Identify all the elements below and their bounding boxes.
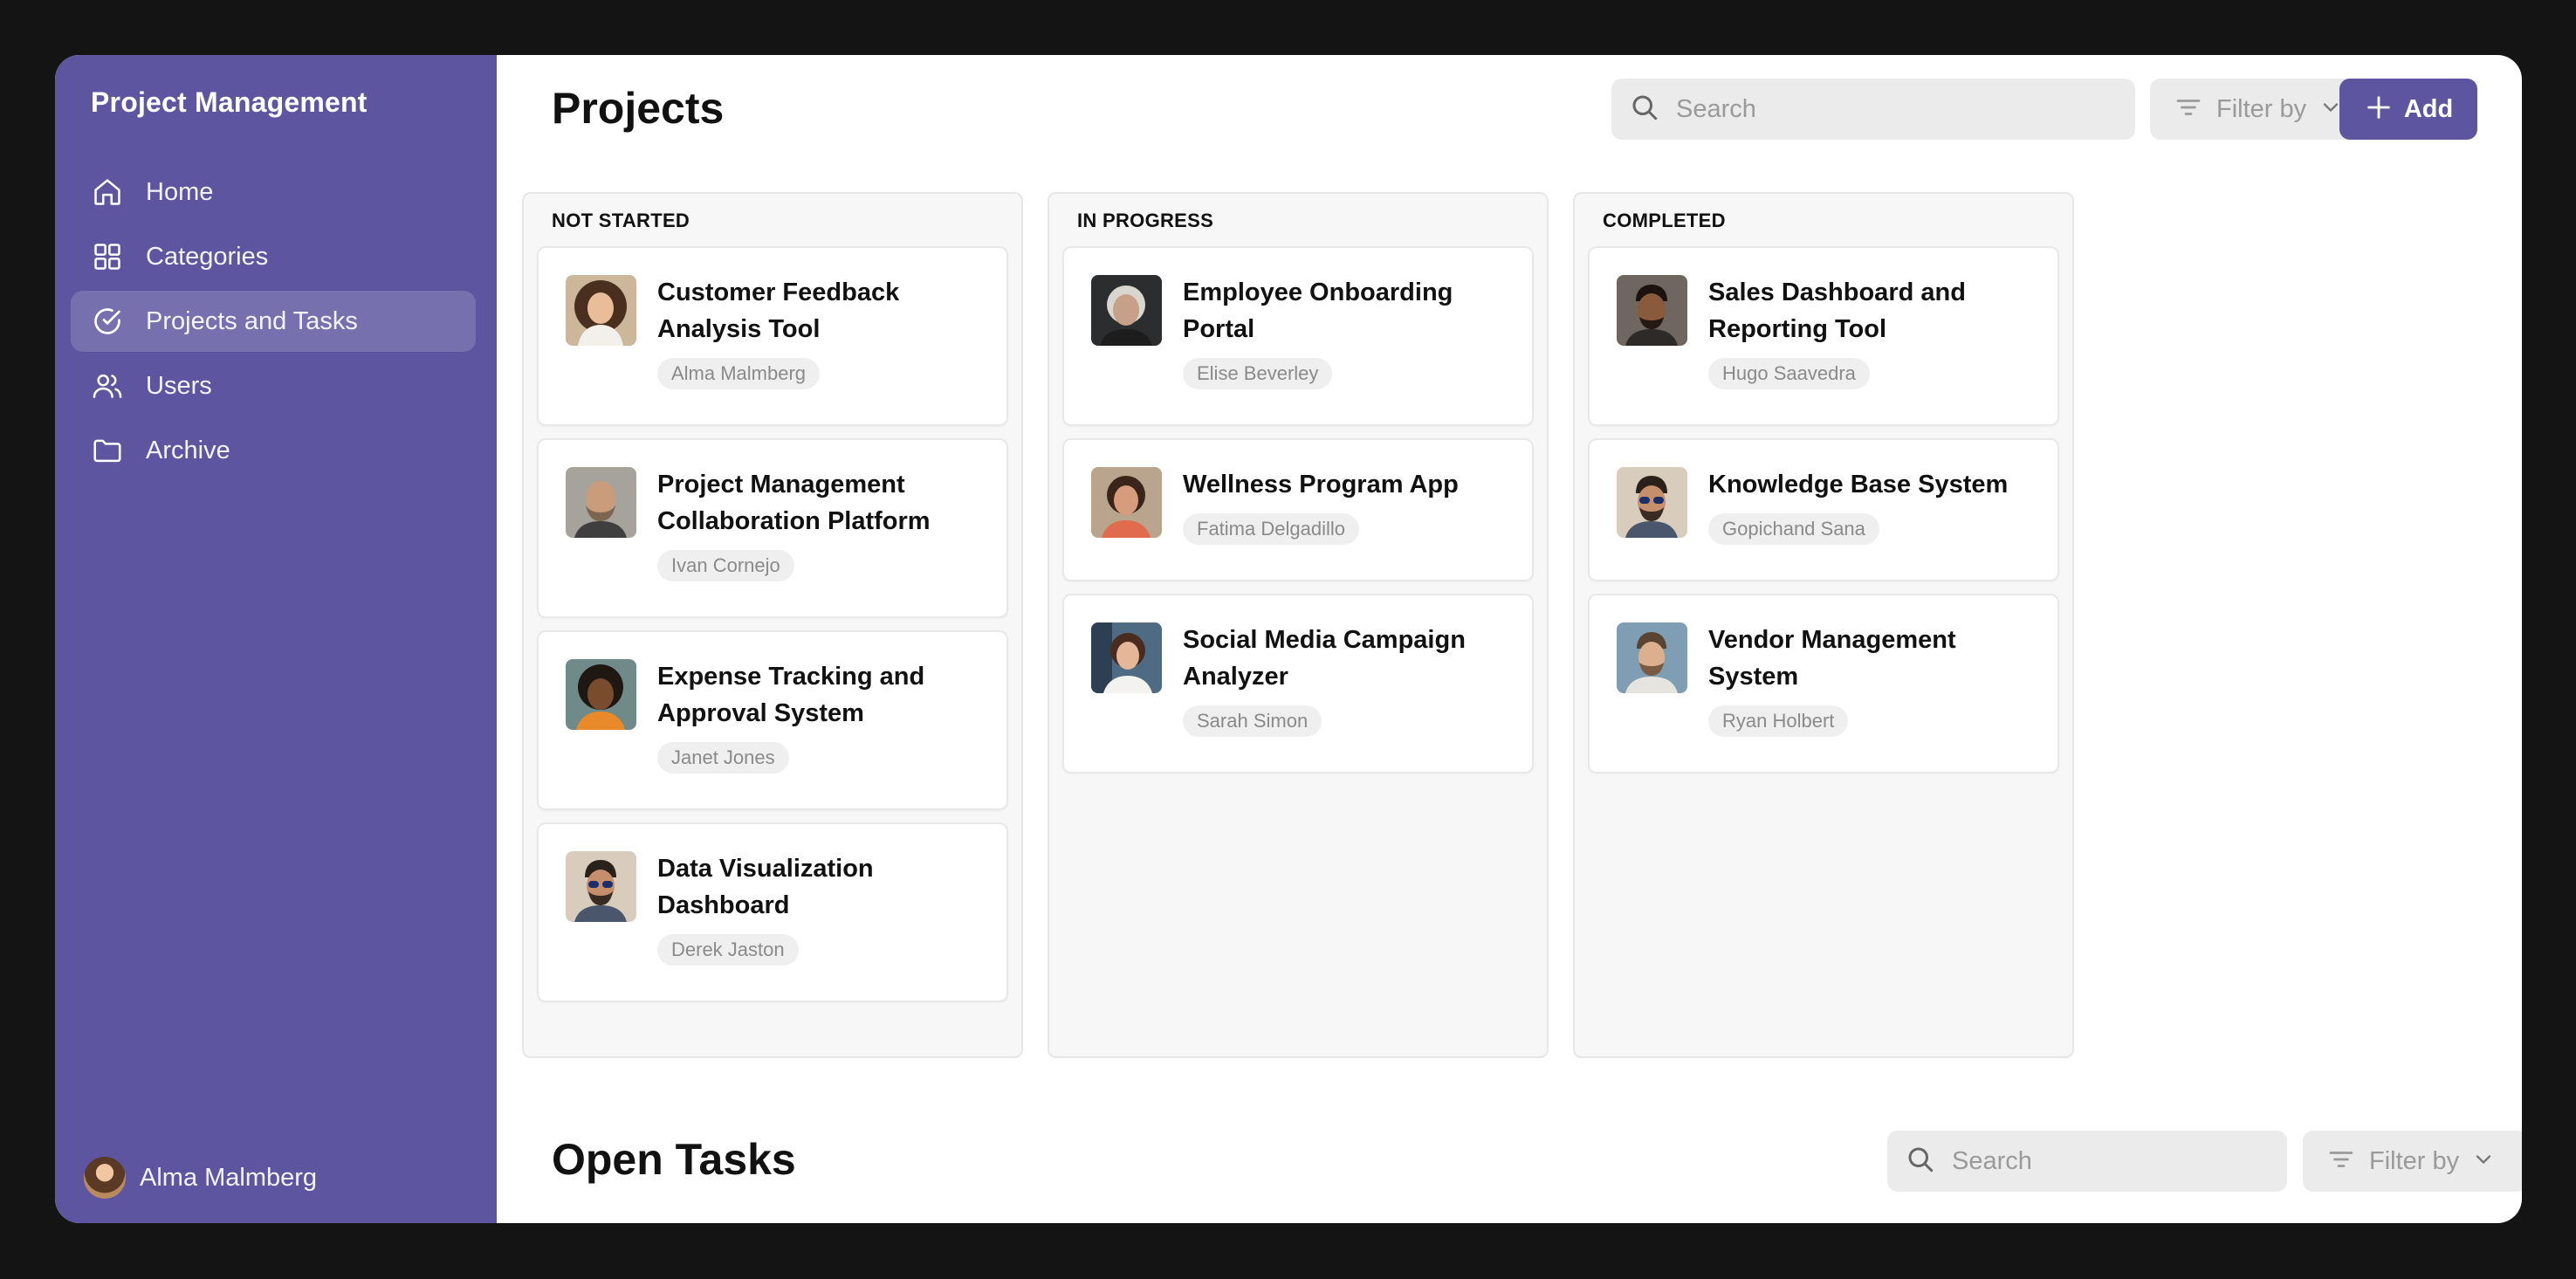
add-label: Add	[2403, 94, 2454, 123]
column-title: COMPLETED	[1603, 210, 1726, 231]
sidebar-item-categories[interactable]: Categories	[71, 226, 476, 287]
projects-search[interactable]	[1611, 79, 2135, 140]
project-card[interactable]: Sales Dashboard and Reporting Tool Hugo …	[1588, 246, 2059, 426]
owner-badge: Fatima Delgadillo	[1183, 513, 1359, 545]
avatar	[1617, 467, 1687, 538]
project-card[interactable]: Customer Feedback Analysis Tool Alma Mal…	[537, 246, 1008, 426]
sidebar-item-projects-and-tasks[interactable]: Projects and Tasks	[71, 291, 476, 352]
users-icon	[91, 369, 124, 402]
user-name: Alma Malmberg	[140, 1163, 318, 1192]
sidebar-nav: Home Categories Projects and Tasks Users	[71, 162, 476, 485]
plus-icon	[2364, 93, 2394, 127]
owner-badge: Gopichand Sana	[1708, 513, 1879, 545]
sidebar-item-label: Categories	[146, 242, 269, 271]
project-card[interactable]: Vendor Management System Ryan Holbert	[1588, 594, 2059, 774]
project-title: Social Media Campaign Analyzer	[1183, 626, 1466, 691]
avatar	[84, 1157, 126, 1199]
owner-badge: Derek Jaston	[657, 934, 799, 966]
project-title: Customer Feedback Analysis Tool	[657, 278, 900, 343]
owner-badge: Ivan Cornejo	[657, 550, 794, 581]
project-title: Sales Dashboard and Reporting Tool	[1708, 278, 1966, 343]
filter-icon	[2325, 1144, 2357, 1179]
current-user[interactable]: Alma Malmberg	[84, 1157, 317, 1199]
project-card[interactable]: Knowledge Base System Gopichand Sana	[1588, 438, 2059, 581]
search-icon	[1629, 92, 1660, 127]
avatar	[566, 851, 636, 922]
project-title: Knowledge Base System	[1708, 471, 2009, 499]
project-title: Project Management Collaboration Platfor…	[657, 471, 931, 535]
grid-icon	[91, 240, 124, 273]
project-card[interactable]: Expense Tracking and Approval System Jan…	[537, 630, 1008, 810]
sidebar-item-users[interactable]: Users	[71, 355, 476, 416]
app-title: Project Management	[91, 86, 368, 118]
sidebar: Project Management Home Categories Proje…	[55, 55, 497, 1223]
sidebar-item-label: Users	[146, 371, 212, 400]
app-window: Project Management Home Categories Proje…	[55, 55, 2522, 1223]
chevron-down-icon	[2471, 1147, 2496, 1176]
avatar	[1617, 622, 1687, 693]
tasks-filter-dropdown[interactable]: Filter by	[2303, 1131, 2522, 1192]
sidebar-item-label: Projects and Tasks	[146, 306, 358, 335]
owner-badge: Hugo Saavedra	[1708, 358, 1870, 389]
search-input[interactable]	[1950, 1145, 2250, 1177]
column-title: NOT STARTED	[552, 210, 690, 231]
avatar	[566, 275, 636, 346]
owner-badge: Janet Jones	[657, 742, 789, 774]
avatar	[1091, 622, 1162, 693]
project-title: Expense Tracking and Approval System	[657, 663, 925, 727]
column-not-started: NOT STARTED Customer Feedback Analysis T…	[522, 192, 1023, 1058]
avatar	[1091, 275, 1162, 346]
home-icon	[91, 175, 124, 209]
owner-badge: Sarah Simon	[1183, 705, 1322, 737]
column-in-progress: IN PROGRESS Employee Onboarding Portal E…	[1048, 192, 1549, 1058]
owner-badge: Ryan Holbert	[1708, 705, 1849, 737]
project-title: Data Visualization Dashboard	[657, 855, 874, 919]
project-title: Vendor Management System	[1708, 626, 1956, 691]
sidebar-item-label: Archive	[146, 436, 230, 464]
project-title: Wellness Program App	[1183, 471, 1459, 499]
open-tasks-title: Open Tasks	[552, 1135, 796, 1184]
project-card[interactable]: Project Management Collaboration Platfor…	[537, 438, 1008, 618]
project-card[interactable]: Social Media Campaign Analyzer Sarah Sim…	[1062, 594, 1534, 774]
column-title: IN PROGRESS	[1077, 210, 1214, 231]
column-completed: COMPLETED Sales Dashboard and Reporting …	[1573, 192, 2074, 1058]
avatar	[566, 467, 636, 538]
project-card[interactable]: Employee Onboarding Portal Elise Beverle…	[1062, 246, 1534, 426]
avatar	[1091, 467, 1162, 538]
owner-badge: Alma Malmberg	[657, 358, 821, 389]
folder-icon	[91, 434, 124, 467]
avatar	[1617, 275, 1687, 346]
project-card[interactable]: Wellness Program App Fatima Delgadillo	[1062, 438, 1534, 581]
filter-label: Filter by	[2216, 94, 2307, 123]
main-content: Projects Filter by Add NOT STARTED	[497, 55, 2522, 1223]
search-icon	[1905, 1144, 1936, 1179]
sidebar-item-label: Home	[146, 177, 214, 206]
project-title: Employee Onboarding Portal	[1183, 278, 1453, 343]
add-button[interactable]: Add	[2339, 79, 2477, 140]
owner-badge: Elise Beverley	[1183, 358, 1333, 389]
sidebar-item-home[interactable]: Home	[71, 162, 476, 223]
check-circle-icon	[91, 305, 124, 338]
page-title: Projects	[552, 84, 725, 133]
search-input[interactable]	[1674, 93, 2027, 125]
avatar	[566, 659, 636, 730]
filter-icon	[2173, 92, 2204, 127]
project-card[interactable]: Data Visualization Dashboard Derek Jasto…	[537, 822, 1008, 1002]
filter-label: Filter by	[2369, 1146, 2460, 1175]
sidebar-item-archive[interactable]: Archive	[71, 420, 476, 481]
tasks-search[interactable]	[1887, 1131, 2287, 1192]
